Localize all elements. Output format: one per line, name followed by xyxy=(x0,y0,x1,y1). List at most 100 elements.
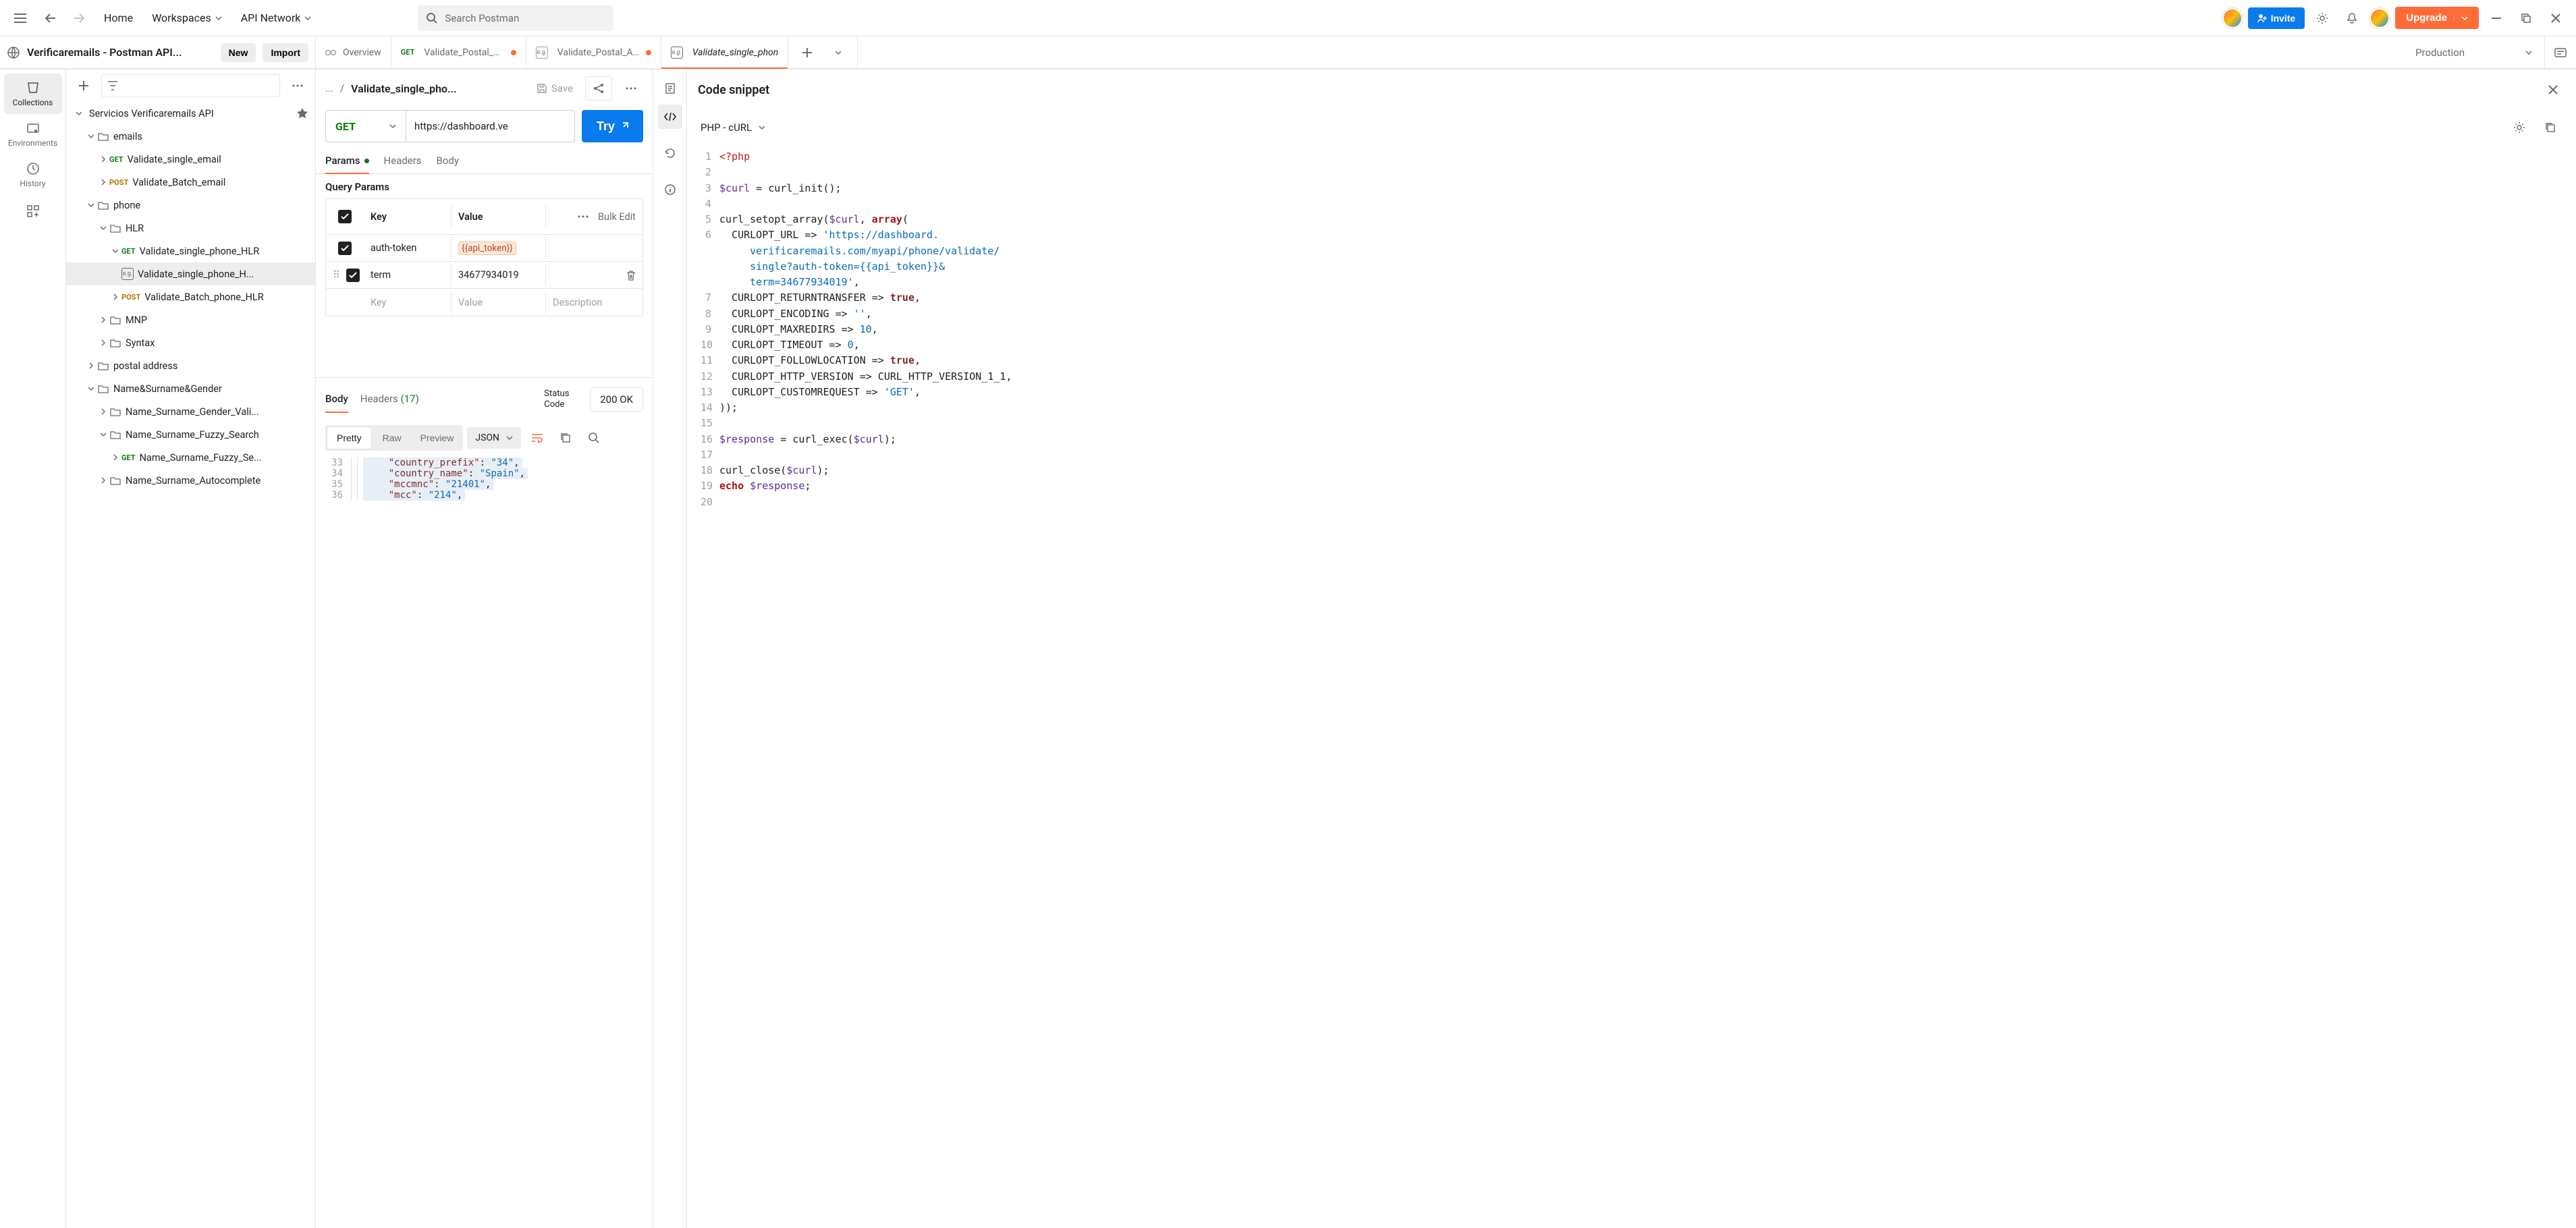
hamburger-icon[interactable] xyxy=(8,6,32,30)
param-description[interactable] xyxy=(546,264,642,286)
subtab-headers[interactable]: Headers xyxy=(384,149,422,173)
back-icon[interactable] xyxy=(38,6,62,30)
window-close-icon[interactable] xyxy=(2544,6,2568,30)
forward-icon[interactable] xyxy=(67,6,92,30)
tree-folder[interactable]: Name_Surname_Gender_Vali... xyxy=(66,400,315,423)
param-description[interactable] xyxy=(546,243,642,254)
chevron-down-icon xyxy=(85,387,97,391)
view-preview[interactable]: Preview xyxy=(411,425,464,451)
param-value[interactable]: {{api_token}} xyxy=(451,237,546,259)
format-selector[interactable]: JSON xyxy=(467,427,521,449)
tab-validate-postal-2[interactable]: e.g. Validate_Postal_Adc xyxy=(526,36,661,68)
tab-overview[interactable]: Overview xyxy=(316,36,391,68)
tree-request[interactable]: POST Validate_Batch_email xyxy=(66,171,315,194)
nav-history[interactable]: History xyxy=(4,155,62,195)
response-tab-headers[interactable]: Headers (17) xyxy=(360,393,419,406)
nav-home[interactable]: Home xyxy=(97,6,140,30)
close-snippet-icon[interactable] xyxy=(2541,78,2565,102)
response-tab-body[interactable]: Body xyxy=(325,393,348,406)
tree-folder-hlr[interactable]: HLR xyxy=(66,217,315,240)
tab-options-button[interactable] xyxy=(826,40,850,65)
search-input[interactable]: Search Postman xyxy=(418,5,613,31)
more-options-icon[interactable] xyxy=(575,204,591,229)
tree-request[interactable]: GET Validate_single_email xyxy=(66,148,315,171)
drag-handle-icon[interactable]: ⠿ xyxy=(326,264,339,286)
invite-button[interactable]: Invite xyxy=(2248,7,2305,29)
tab-validate-postal-1[interactable]: GET Validate_Postal_Adc xyxy=(391,36,526,68)
documentation-icon[interactable] xyxy=(658,76,682,101)
tree-example[interactable]: e.g. Validate_single_phone_H... xyxy=(66,262,315,285)
subtab-body[interactable]: Body xyxy=(437,149,459,173)
settings-icon[interactable] xyxy=(2310,6,2334,30)
copy-icon[interactable] xyxy=(553,426,578,450)
copy-snippet-icon[interactable] xyxy=(2538,115,2563,140)
view-raw[interactable]: Raw xyxy=(373,425,411,451)
nav-configure[interactable] xyxy=(4,198,62,225)
param-key-placeholder[interactable]: Key xyxy=(364,291,451,314)
chevron-right-icon xyxy=(109,294,121,300)
nav-environments[interactable]: Environments xyxy=(4,114,62,155)
breadcrumb[interactable]: ... xyxy=(325,82,333,94)
new-tab-button[interactable] xyxy=(795,40,819,65)
tree-request[interactable]: POST Validate_Batch_phone_HLR xyxy=(66,285,315,308)
bulk-edit-button[interactable]: Bulk Edit xyxy=(598,211,636,223)
new-button[interactable]: New xyxy=(221,43,256,62)
tree-folder[interactable]: Name_Surname_Fuzzy_Search xyxy=(66,423,315,446)
environment-selector[interactable]: Production xyxy=(2403,36,2545,68)
more-options-icon[interactable] xyxy=(619,76,643,101)
param-value-placeholder[interactable]: Value xyxy=(451,291,546,314)
star-icon[interactable] xyxy=(296,107,308,119)
tree-folder-emails[interactable]: emails xyxy=(66,125,315,148)
select-all-checkbox[interactable] xyxy=(338,210,352,223)
tree-label: Name_Surname_Autocomplete xyxy=(126,475,261,486)
more-options-icon[interactable] xyxy=(285,74,310,98)
refresh-icon[interactable] xyxy=(658,141,682,165)
tree-folder-nsg[interactable]: Name&Surname&Gender xyxy=(66,377,315,400)
code-snippet-icon[interactable] xyxy=(658,105,682,129)
tab-validate-single-phone[interactable]: e.g. Validate_single_phon xyxy=(661,36,789,68)
tree-label: HLR xyxy=(126,223,144,234)
delete-row-icon[interactable] xyxy=(626,270,636,281)
environment-quicklook-icon[interactable] xyxy=(2548,40,2573,65)
upgrade-button[interactable]: Upgrade xyxy=(2395,7,2479,29)
method-selector[interactable]: GET xyxy=(325,110,406,142)
info-icon[interactable] xyxy=(658,177,682,202)
tree-request[interactable]: GET Validate_single_phone_HLR xyxy=(66,240,315,262)
nav-workspaces[interactable]: Workspaces xyxy=(145,6,229,30)
window-minimize-icon[interactable] xyxy=(2484,6,2509,30)
tree-folder-mnp[interactable]: MNP xyxy=(66,308,315,331)
user-avatar[interactable] xyxy=(2369,8,2390,28)
view-pretty[interactable]: Pretty xyxy=(327,427,371,449)
tree-root[interactable]: Servicios Verificaremails API xyxy=(66,102,315,125)
param-desc-placeholder[interactable]: Description xyxy=(546,291,642,314)
tree-folder-postal[interactable]: postal address xyxy=(66,354,315,377)
tree-folder[interactable]: Name_Surname_Autocomplete xyxy=(66,469,315,492)
param-value[interactable]: 34677934019 xyxy=(451,264,546,286)
param-key[interactable]: auth-token xyxy=(364,237,451,259)
save-button[interactable]: Save xyxy=(531,78,578,99)
col-header-key: Key xyxy=(364,206,451,228)
snippet-language-selector[interactable]: PHP - cURL xyxy=(701,121,752,134)
add-button[interactable] xyxy=(72,74,96,98)
try-button[interactable]: Try xyxy=(582,110,643,142)
nav-collections[interactable]: Collections xyxy=(4,74,62,114)
snippet-settings-icon[interactable] xyxy=(2507,115,2531,140)
filter-input[interactable] xyxy=(101,74,280,97)
tree-request[interactable]: GET Name_Surname_Fuzzy_Se... xyxy=(66,446,315,469)
share-button[interactable] xyxy=(585,76,612,101)
url-input[interactable]: https://dashboard.ve xyxy=(406,110,575,142)
row-checkbox[interactable] xyxy=(338,242,352,255)
param-key[interactable]: term xyxy=(364,264,451,286)
row-checkbox[interactable] xyxy=(346,269,360,282)
nav-api-network[interactable]: API Network xyxy=(234,6,319,30)
chevron-down-icon xyxy=(506,436,513,440)
tree-folder-syntax[interactable]: Syntax xyxy=(66,331,315,354)
search-response-icon[interactable] xyxy=(582,426,606,450)
team-avatar[interactable] xyxy=(2222,8,2243,28)
wrap-lines-icon[interactable] xyxy=(525,426,549,450)
import-button[interactable]: Import xyxy=(263,43,308,62)
notifications-icon[interactable] xyxy=(2340,6,2364,30)
tree-folder-phone[interactable]: phone xyxy=(66,194,315,217)
subtab-params[interactable]: Params xyxy=(325,149,369,173)
window-maximize-icon[interactable] xyxy=(2514,6,2538,30)
